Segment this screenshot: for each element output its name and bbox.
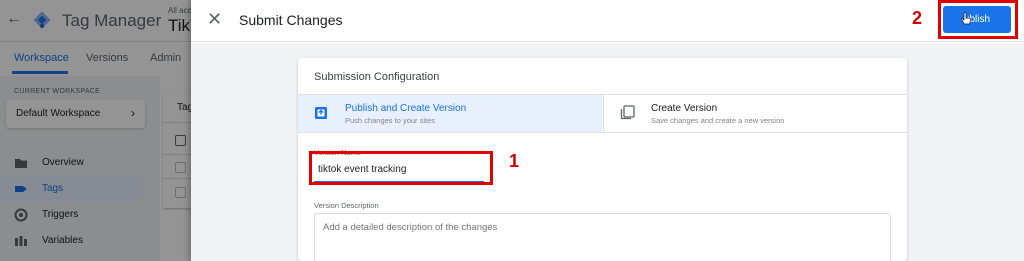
submit-changes-panel: ✕ Submit Changes 2 ublish Submission Con… bbox=[191, 0, 1024, 261]
option-subtitle: Push changes to your sites bbox=[345, 116, 436, 125]
submission-configuration-title: Submission Configuration bbox=[314, 71, 440, 83]
close-icon[interactable]: ✕ bbox=[207, 9, 222, 29]
panel-header: ✕ Submit Changes 2 ublish bbox=[191, 0, 1024, 42]
publish-button[interactable]: ublish bbox=[943, 6, 1011, 33]
option-create-version[interactable]: Create Version Save changes and create a… bbox=[603, 95, 907, 132]
publish-version-icon bbox=[315, 107, 327, 119]
annotation-highlight-version-name bbox=[309, 151, 493, 185]
option-title: Create Version bbox=[651, 103, 718, 114]
divider bbox=[298, 132, 907, 133]
option-subtitle: Save changes and create a new version bbox=[651, 116, 785, 125]
annotation-step-2: 2 bbox=[912, 8, 923, 28]
hand-cursor-icon bbox=[961, 12, 971, 25]
option-title: Publish and Create Version bbox=[345, 103, 467, 114]
version-description-label: Version Description bbox=[314, 201, 379, 210]
annotation-step-1: 1 bbox=[509, 151, 520, 171]
version-description-field[interactable] bbox=[314, 213, 891, 261]
option-publish-and-create-version[interactable]: Publish and Create Version Push changes … bbox=[298, 95, 602, 132]
submission-configuration-card: Submission Configuration Publish and Cre… bbox=[298, 58, 907, 261]
panel-title: Submit Changes bbox=[239, 12, 343, 28]
create-version-icon bbox=[620, 105, 635, 120]
